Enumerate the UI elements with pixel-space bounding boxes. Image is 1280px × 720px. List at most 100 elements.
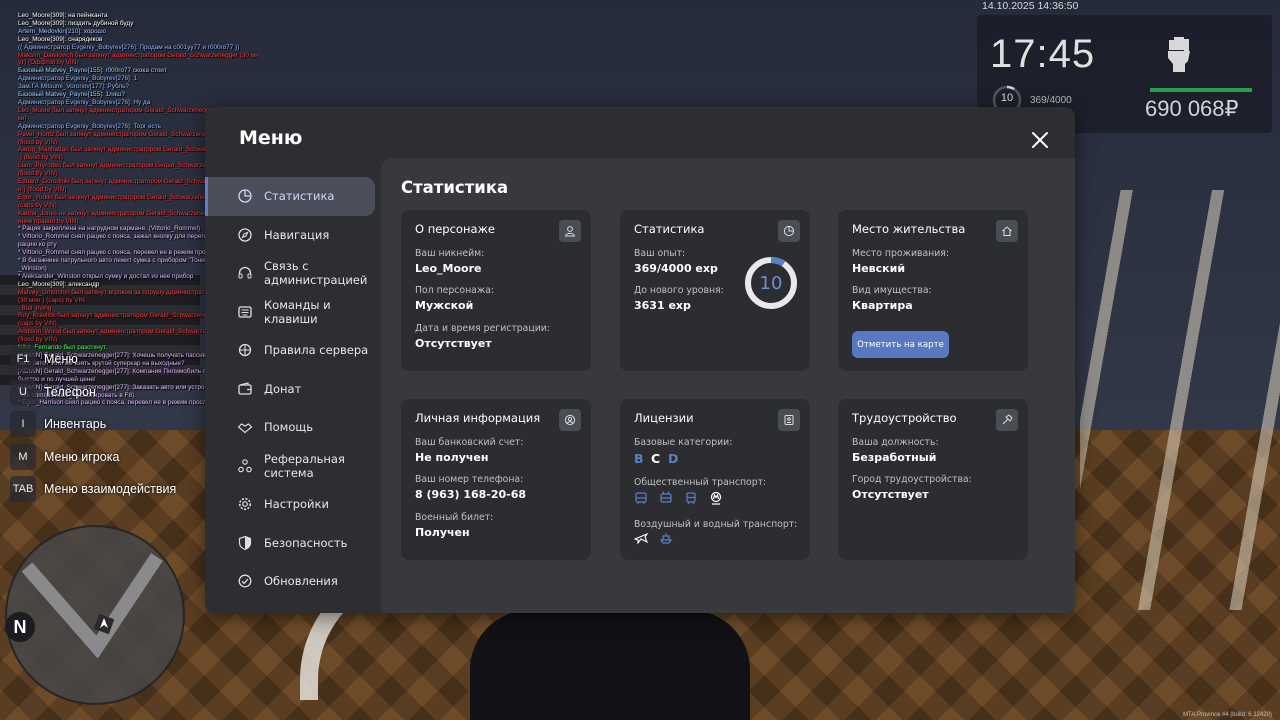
hud-money: 690 068₽	[1145, 96, 1239, 121]
rules-icon	[237, 342, 253, 358]
menu-sidebar: Статистика Навигация Связь с администрацие…	[205, 177, 381, 601]
card-title: Лицензии	[634, 411, 694, 425]
hotkey-label: Меню игрока	[44, 449, 120, 464]
nav-item-7[interactable]: Помощь	[205, 408, 381, 447]
nav-item-label: Настройки	[264, 497, 329, 512]
hotkey-item: I Инвентарь	[10, 408, 200, 441]
nav-item-label: Правила сервера	[264, 343, 369, 358]
nav-item-2[interactable]: Навигация	[205, 216, 381, 255]
hotkey-key: U	[10, 378, 36, 405]
nav-item-8[interactable]: Реферальная система	[205, 447, 381, 486]
public-transport-icons	[634, 491, 734, 505]
content-title: Статистика	[401, 178, 509, 197]
card-title: Личная информация	[415, 411, 541, 425]
chat-line: Базовый Matvey_Payne[155]: r000ro77 скок…	[18, 67, 167, 75]
nav-item-label: Связь с администрацией	[264, 259, 368, 288]
license-category: C	[651, 451, 661, 466]
place-label: Место проживания:	[852, 248, 950, 259]
base-categories-label: Базовые категории:	[634, 437, 733, 448]
registration-label: Дата и время регистрации:	[415, 323, 550, 334]
character-card: О персонаже Ваш никнейм: Leo_Moore Пол п…	[401, 210, 591, 371]
chat-line: Leo_Moore[309]: снарядиков	[18, 35, 103, 43]
metro-icon	[710, 491, 722, 505]
hotkey-label: Телефон	[44, 384, 96, 399]
license-categories: BCD	[634, 451, 685, 466]
stats-card: Статистика Ваш опыт: 369/4000 exp До нов…	[620, 210, 810, 371]
chat-line: Artem_Medovkin[210]: хорошо	[18, 27, 107, 35]
card-title: О персонаже	[415, 222, 495, 236]
fist-icon	[1168, 37, 1190, 72]
build-watermark: MTA:Province #4 (build: 6.12420)	[1183, 712, 1272, 718]
hotkey-label: Инвентарь	[44, 417, 107, 432]
bank-label: Ваш банковский счет:	[415, 437, 524, 448]
property-value: Квартира	[852, 299, 913, 312]
health-bar	[1150, 88, 1252, 92]
close-icon[interactable]	[1025, 125, 1055, 155]
hud-level: 10	[1000, 92, 1014, 104]
update-icon	[237, 573, 253, 589]
next-level-label: До нового уровня:	[634, 285, 724, 296]
hotkey-item: M Меню игрока	[10, 441, 200, 474]
nav-item-label: Безопасность	[264, 535, 348, 550]
nav-item-6[interactable]: Донат	[205, 370, 381, 409]
hammer-icon	[996, 409, 1018, 431]
mark-on-map-button[interactable]: Отметить на карте	[852, 331, 949, 358]
nav-item-3[interactable]: Связь с администрацией	[205, 254, 381, 293]
nav-item-1[interactable]: Статистика	[205, 177, 375, 216]
shield-icon	[237, 535, 253, 551]
air-water-icons	[634, 531, 684, 545]
phone-value: 8 (963) 168-20-68	[415, 488, 527, 501]
trolleybus-icon	[660, 491, 672, 503]
position-value: Безработный	[852, 451, 937, 464]
nav-item-label: Статистика	[264, 189, 335, 204]
nav-item-10[interactable]: Безопасность	[205, 524, 381, 563]
exp-label: Ваш опыт:	[634, 248, 686, 259]
exp-value: 369/4000 exp	[634, 262, 718, 275]
pie-chart-icon	[778, 220, 800, 242]
nickname-value: Leo_Moore	[415, 262, 482, 275]
compass-icon	[237, 227, 253, 243]
hud-exp: 369/4000	[1030, 95, 1072, 106]
user-icon	[559, 220, 581, 242]
level-value: 10	[759, 272, 783, 294]
chat-line: ут) (Оффтоп by VIN)	[18, 59, 79, 67]
place-value: Невский	[852, 262, 906, 275]
hotkey-list: F1 Меню U Телефон I Инвентарь M Меню игрока TAB М…	[10, 343, 200, 506]
nav-item-9[interactable]: Настройки	[205, 485, 381, 524]
nickname-label: Ваш никнейм:	[415, 248, 485, 259]
hotkey-item: F1 Меню	[10, 343, 200, 376]
chat-line: Базовый Matvey_Payne[155]: 1ляш?	[18, 91, 125, 99]
nav-item-label: Навигация	[264, 227, 330, 242]
bank-value: Не получен	[415, 451, 489, 464]
public-transport-label: Общественный транспорт:	[634, 477, 767, 488]
chat-line: Maksim_Danilovich был заткнут администра…	[18, 51, 258, 59]
nav-item-label: Обновления	[264, 574, 338, 589]
nav-item-4[interactable]: Команды и клавиши	[205, 293, 381, 332]
nav-item-11[interactable]: Обновления	[205, 562, 381, 601]
tram-icon	[686, 492, 696, 505]
nav-item-label: Команды и клавиши	[264, 297, 331, 326]
city-label: Город трудоустройства:	[852, 474, 972, 485]
game-railing	[1080, 190, 1280, 610]
menu-title: Меню	[239, 127, 303, 149]
nav-item-5[interactable]: Правила сервера	[205, 331, 381, 370]
hotkey-key: TAB	[10, 476, 36, 503]
air-water-label: Воздушный и водный транспорт:	[634, 519, 798, 530]
property-label: Вид имущества:	[852, 285, 932, 296]
hotkey-key: M	[10, 443, 36, 470]
hotkey-item: U Телефон	[10, 376, 200, 409]
chat-line: Администратор Evgeniy_Bobyrev[276]: Ну д…	[18, 98, 151, 106]
house-icon	[996, 220, 1018, 242]
pie-chart-icon	[237, 188, 253, 204]
gender-label: Пол персонажа:	[415, 285, 495, 296]
card-title: Статистика	[634, 222, 705, 236]
military-value: Получен	[415, 526, 470, 539]
hotkey-label: Меню	[44, 352, 78, 367]
city-value: Отсутствует	[852, 488, 929, 501]
card-title: Трудоустройство	[852, 411, 957, 425]
hud-date: 14.10.2025 14:36:50	[982, 0, 1079, 12]
position-label: Ваша должность:	[852, 437, 939, 448]
handshake-icon	[237, 419, 253, 435]
menu-content: Статистика О персонаже Ваш никнейм: Leo_…	[381, 158, 1075, 613]
chat-line: (( Администратор Evgeniy_Bobyrev[276]: П…	[18, 43, 240, 51]
